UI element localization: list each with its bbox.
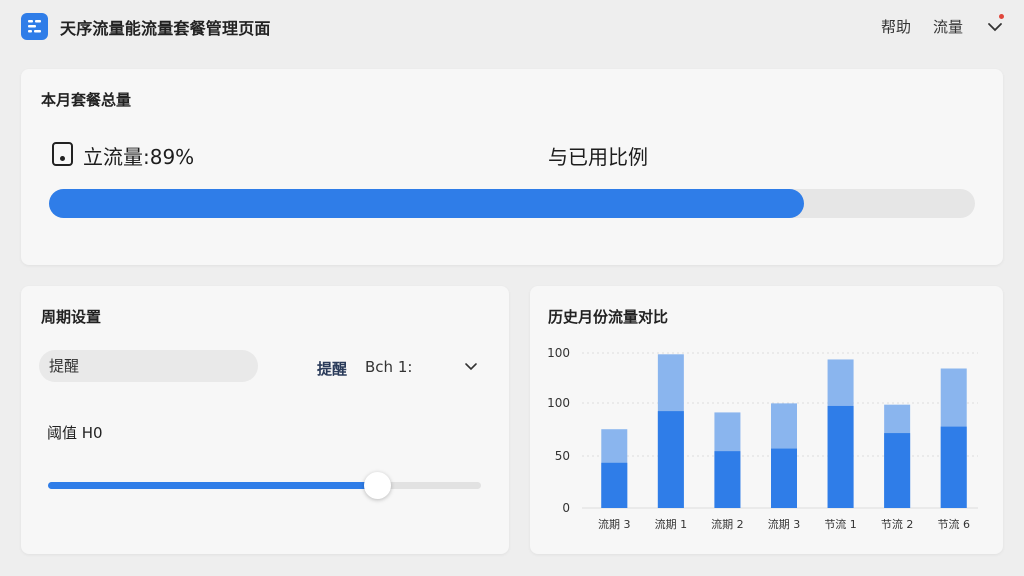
reminder-input[interactable]	[39, 350, 258, 382]
x-tick-label: 流期 3	[598, 517, 631, 531]
history-card: 历史月份流量对比 100 100 50 0 流期 3 流期 1 流期 2 流期 3 节流 1 节流…	[530, 286, 1003, 554]
nav-traffic[interactable]: 流量	[933, 16, 963, 37]
threshold-slider[interactable]	[48, 482, 481, 489]
usage-progress-fill	[49, 189, 804, 218]
nav-help[interactable]: 帮助	[881, 16, 911, 37]
history-card-title: 历史月份流量对比	[548, 308, 669, 326]
x-tick-label: 流期 1	[655, 517, 688, 531]
x-tick-label: 节流 6	[937, 517, 970, 531]
chevron-down-icon[interactable]	[464, 361, 478, 373]
x-tick-label: 节流 1	[824, 517, 857, 531]
bar-used[interactable]	[771, 448, 797, 508]
usage-progress-bar	[49, 189, 975, 218]
bar-used[interactable]	[601, 462, 628, 508]
cycle-settings-card: 周期设置 提醒 Bch 1: 阈值 H0	[21, 286, 509, 554]
x-tick-label: 节流 2	[881, 517, 914, 531]
bar-used[interactable]	[657, 411, 684, 508]
usage-card: 本月套餐总量 立流量:89% 与已用比例	[21, 69, 1003, 265]
notification-dot	[999, 14, 1004, 19]
y-tick-label: 100	[547, 396, 570, 410]
device-icon	[52, 142, 73, 166]
x-tick-label: 流期 3	[768, 517, 801, 531]
app-header: 天序流量能流量套餐管理页面 帮助 流量	[0, 0, 1024, 54]
bar-used[interactable]	[940, 426, 967, 508]
y-tick-label: 0	[562, 501, 570, 515]
bar-used[interactable]	[827, 405, 854, 508]
slider-fill	[48, 482, 378, 489]
reminder-label: 提醒	[317, 360, 348, 378]
slider-handle[interactable]	[364, 472, 392, 499]
page-title: 天序流量能流量套餐管理页面	[60, 19, 271, 38]
chevron-down-icon[interactable]	[986, 18, 1004, 36]
threshold-label: 阈值 H0	[47, 424, 103, 442]
app-logo-icon	[21, 13, 48, 40]
y-tick-label: 100	[547, 346, 570, 360]
usage-card-title: 本月套餐总量	[41, 91, 132, 109]
ratio-label: 与已用比例	[548, 145, 648, 169]
cycle-card-title: 周期设置	[41, 308, 102, 326]
x-tick-label: 流期 2	[711, 517, 744, 531]
reminder-select[interactable]: Bch 1:	[365, 358, 412, 376]
bar-used[interactable]	[884, 433, 911, 508]
bar-used[interactable]	[714, 451, 741, 508]
history-bar-chart: 100 100 50 0 流期 3 流期 1 流期 2 流期 3 节流 1 节流 2 节流 6	[547, 346, 978, 531]
usage-label: 立流量:89%	[83, 145, 195, 169]
y-tick-label: 50	[555, 449, 570, 463]
